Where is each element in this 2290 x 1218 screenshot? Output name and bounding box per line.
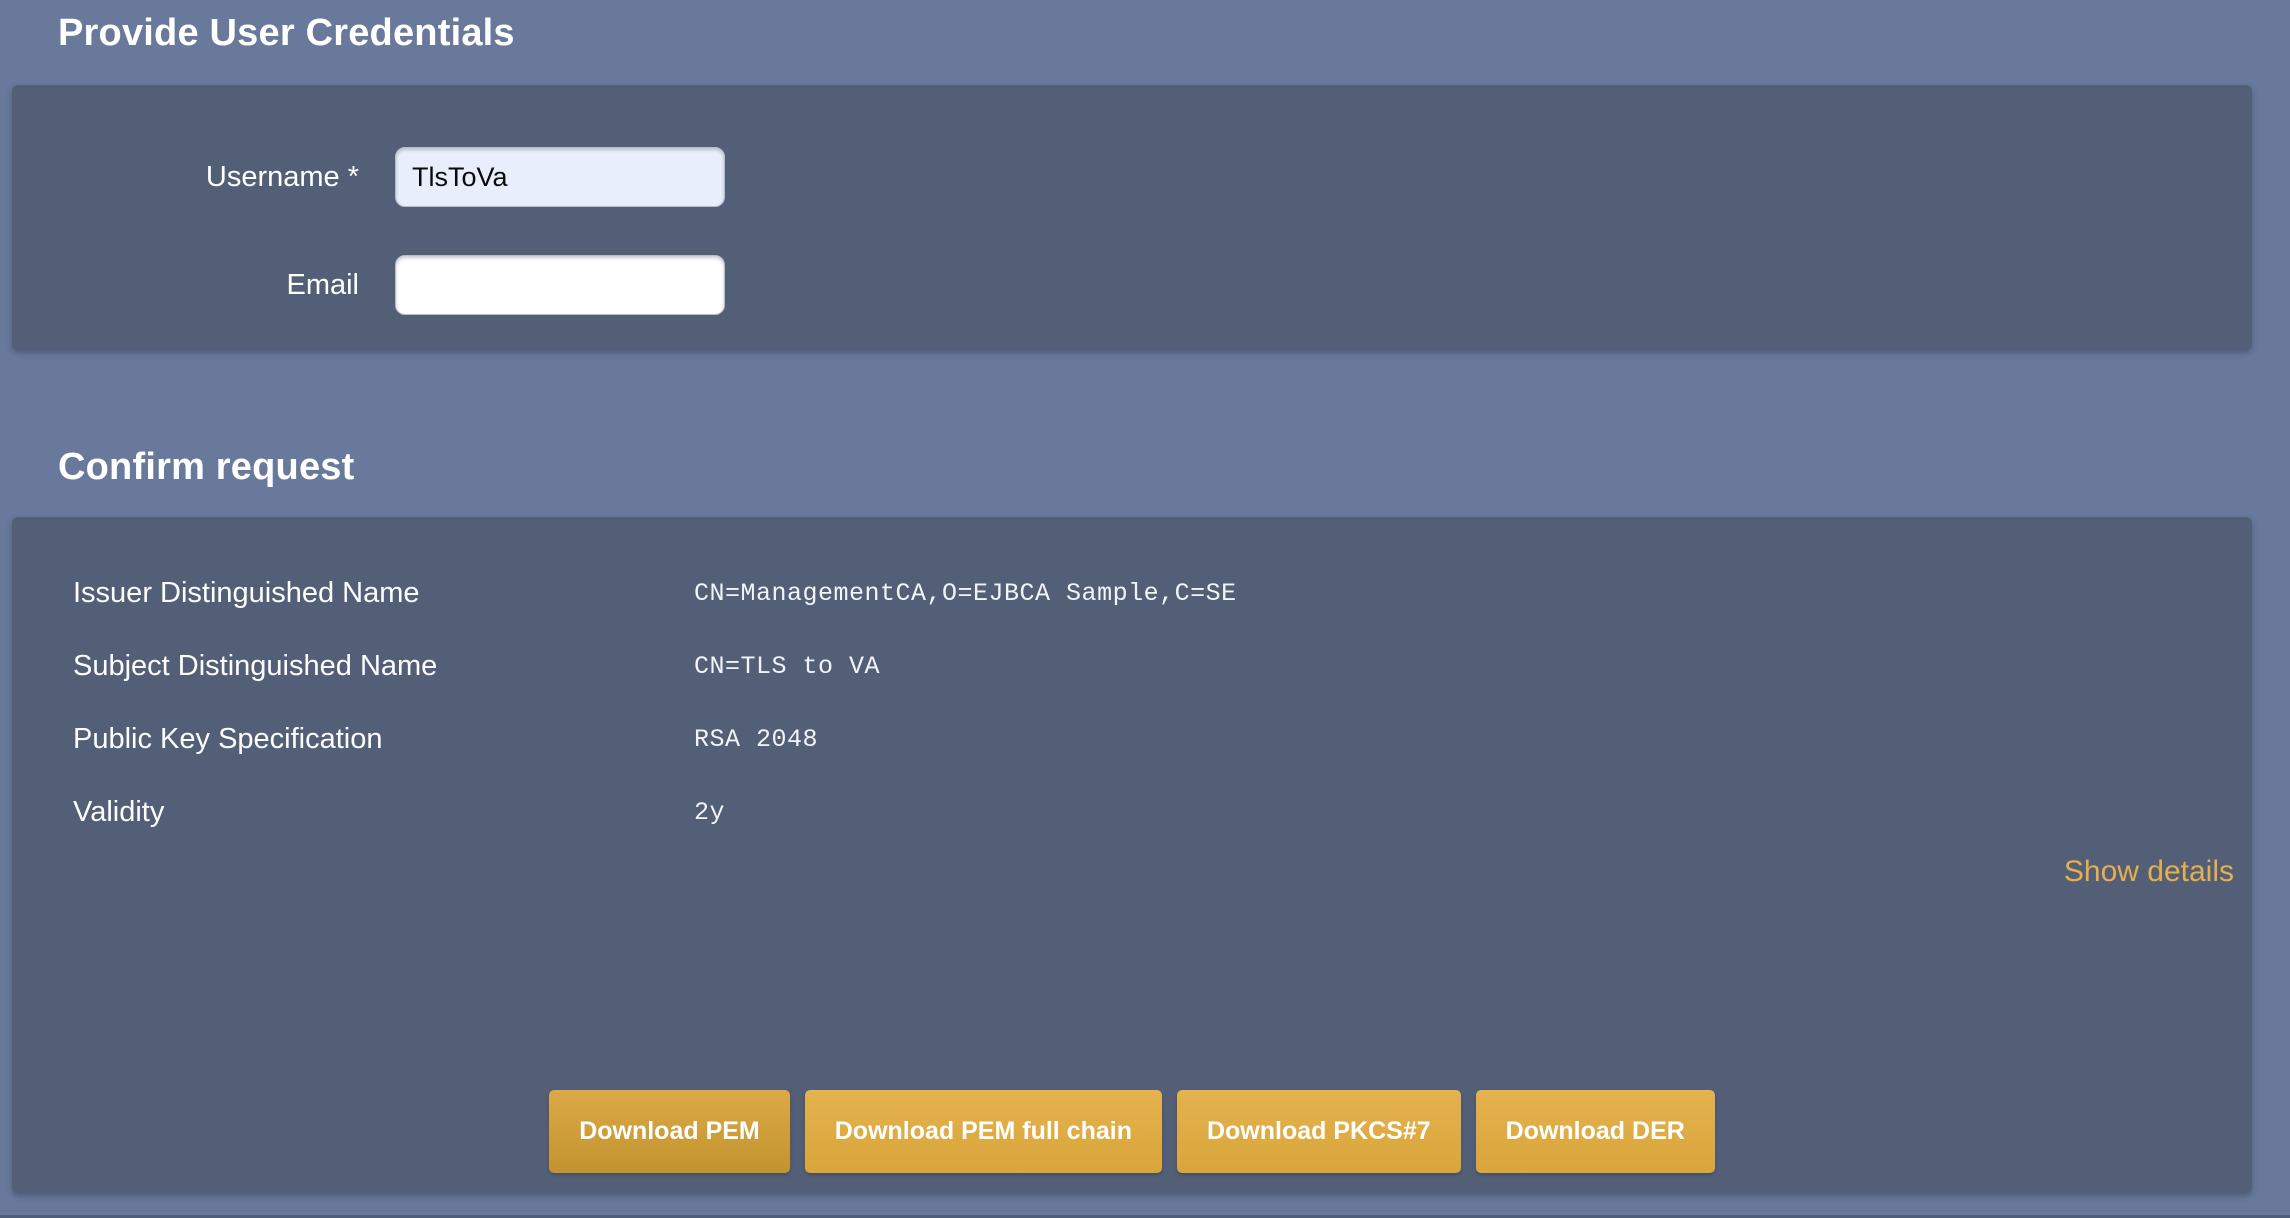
show-details-link[interactable]: Show details	[2064, 855, 2234, 888]
username-input[interactable]	[395, 147, 725, 207]
validity-value: 2y	[694, 798, 725, 827]
confirm-request-panel: Issuer Distinguished Name CN=ManagementC…	[12, 517, 2252, 1193]
subject-dn-label: Subject Distinguished Name	[12, 650, 694, 683]
subject-dn-value: CN=TLS to VA	[694, 652, 880, 681]
download-pem-button[interactable]: Download PEM	[549, 1090, 790, 1173]
detail-row-issuer-dn: Issuer Distinguished Name CN=ManagementC…	[12, 557, 2252, 630]
download-der-button[interactable]: Download DER	[1476, 1090, 1715, 1173]
detail-row-subject-dn: Subject Distinguished Name CN=TLS to VA	[12, 630, 2252, 703]
download-button-row: Download PEM Download PEM full chain Dow…	[12, 1090, 2252, 1173]
enrollment-page: Provide User Credentials Username * Emai…	[0, 0, 2290, 1218]
credentials-panel: Username * Email	[12, 85, 2252, 350]
provide-user-credentials-title: Provide User Credentials	[58, 0, 2290, 55]
username-label: Username *	[12, 161, 359, 194]
download-pem-full-chain-button[interactable]: Download PEM full chain	[805, 1090, 1162, 1173]
issuer-dn-value: CN=ManagementCA,O=EJBCA Sample,C=SE	[694, 579, 1237, 608]
validity-label: Validity	[12, 796, 694, 829]
issuer-dn-label: Issuer Distinguished Name	[12, 577, 694, 610]
public-key-spec-value: RSA 2048	[694, 725, 818, 754]
email-row: Email	[12, 255, 2252, 315]
username-row: Username *	[12, 147, 2252, 207]
confirm-request-title: Confirm request	[58, 446, 2290, 489]
show-details-row: Show details	[12, 855, 2252, 889]
email-label: Email	[12, 269, 359, 302]
detail-row-validity: Validity 2y	[12, 776, 2252, 849]
download-pkcs7-button[interactable]: Download PKCS#7	[1177, 1090, 1461, 1173]
detail-row-public-key-spec: Public Key Specification RSA 2048	[12, 703, 2252, 776]
public-key-spec-label: Public Key Specification	[12, 723, 694, 756]
email-input[interactable]	[395, 255, 725, 315]
